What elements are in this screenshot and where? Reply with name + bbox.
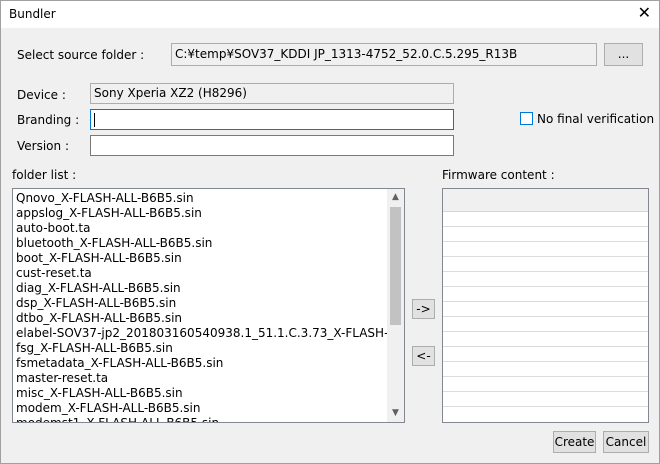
list-item[interactable]: misc_X-FLASH-ALL-B6B5.sin xyxy=(13,386,387,401)
grid-row xyxy=(443,287,648,302)
list-item[interactable]: dsp_X-FLASH-ALL-B6B5.sin xyxy=(13,296,387,311)
window-title: Bundler xyxy=(9,7,56,21)
list-item[interactable]: diag_X-FLASH-ALL-B6B5.sin xyxy=(13,281,387,296)
no-final-verification-checkbox[interactable] xyxy=(520,112,533,125)
grid-row xyxy=(443,362,648,377)
grid-row xyxy=(443,302,648,317)
scroll-thumb[interactable] xyxy=(390,207,401,325)
grid-row xyxy=(443,242,648,257)
list-item[interactable]: master-reset.ta xyxy=(13,371,387,386)
list-item[interactable]: modem_X-FLASH-ALL-B6B5.sin xyxy=(13,401,387,416)
grid-row xyxy=(443,212,648,227)
grid-row xyxy=(443,227,648,242)
list-item[interactable]: fsg_X-FLASH-ALL-B6B5.sin xyxy=(13,341,387,356)
cancel-button[interactable]: Cancel xyxy=(603,431,649,453)
list-item[interactable]: cust-reset.ta xyxy=(13,266,387,281)
title-bar: Bundler ✕ xyxy=(1,1,659,28)
firmware-content-label: Firmware content : xyxy=(442,168,555,182)
branding-label: Branding : xyxy=(17,113,80,127)
list-item[interactable]: dtbo_X-FLASH-ALL-B6B5.sin xyxy=(13,311,387,326)
folder-list[interactable]: Qnovo_X-FLASH-ALL-B6B5.sin appslog_X-FLAS… xyxy=(12,188,405,423)
folder-list-scrollbar[interactable]: ▲ ▼ xyxy=(387,189,404,422)
grid-row xyxy=(443,317,648,332)
create-button[interactable]: Create xyxy=(553,431,596,453)
list-item[interactable]: boot_X-FLASH-ALL-B6B5.sin xyxy=(13,251,387,266)
list-item[interactable]: appslog_X-FLASH-ALL-B6B5.sin xyxy=(13,206,387,221)
version-label: Version : xyxy=(17,139,69,153)
list-item[interactable]: modemst1_X-FLASH-ALL-B6B5.sin xyxy=(13,416,387,422)
device-field: Sony Xperia XZ2 (H8296) xyxy=(90,83,454,104)
folder-list-label: folder list : xyxy=(12,168,77,182)
grid-row xyxy=(443,332,648,347)
scroll-up-icon[interactable]: ▲ xyxy=(387,189,404,206)
list-item[interactable]: bluetooth_X-FLASH-ALL-B6B5.sin xyxy=(13,236,387,251)
list-item[interactable]: fsmetadata_X-FLASH-ALL-B6B5.sin xyxy=(13,356,387,371)
grid-row xyxy=(443,257,648,272)
grid-row xyxy=(443,347,648,362)
firmware-content-grid[interactable] xyxy=(442,188,649,423)
list-item[interactable]: elabel-SOV37-jp2_201803160540938.1_51.1.… xyxy=(13,326,387,341)
device-label: Device : xyxy=(17,88,66,102)
add-to-firmware-button[interactable]: -> xyxy=(412,299,435,319)
grid-rows xyxy=(443,212,648,407)
grid-header xyxy=(443,189,648,212)
no-final-verification-label[interactable]: No final verification xyxy=(537,112,654,126)
browse-button[interactable]: ... xyxy=(604,43,643,66)
source-folder-label: Select source folder : xyxy=(17,48,145,62)
close-icon[interactable]: ✕ xyxy=(638,4,651,22)
grid-row xyxy=(443,392,648,407)
grid-row xyxy=(443,377,648,392)
bundler-window: Bundler ✕ Select source folder : C:¥temp… xyxy=(0,0,660,464)
grid-row xyxy=(443,272,648,287)
list-item[interactable]: auto-boot.ta xyxy=(13,221,387,236)
source-folder-field: C:¥temp¥SOV37_KDDI JP_1313-4752_52.0.C.5… xyxy=(171,43,597,66)
text-caret xyxy=(94,112,95,127)
list-item[interactable]: Qnovo_X-FLASH-ALL-B6B5.sin xyxy=(13,191,387,206)
folder-list-items: Qnovo_X-FLASH-ALL-B6B5.sin appslog_X-FLAS… xyxy=(13,189,387,422)
remove-from-firmware-button[interactable]: <- xyxy=(412,346,435,366)
scroll-down-icon[interactable]: ▼ xyxy=(387,405,404,422)
branding-input[interactable] xyxy=(90,109,454,130)
version-input[interactable] xyxy=(90,135,454,156)
